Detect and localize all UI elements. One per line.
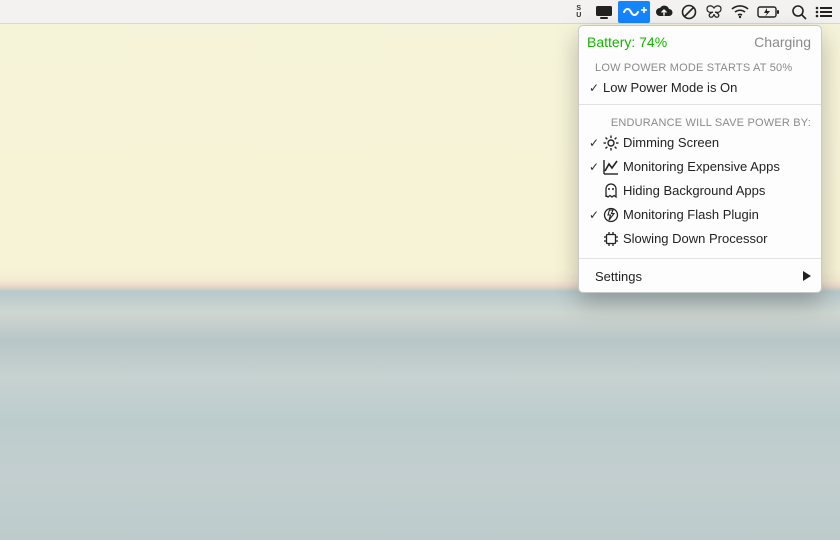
battery-level-label: Battery: 74% <box>587 33 667 51</box>
menubar: S U <box>0 0 840 24</box>
cloud-upload-icon[interactable] <box>652 1 676 23</box>
su-indicator[interactable]: S U <box>568 1 590 23</box>
charging-label: Charging <box>754 33 811 51</box>
sun-icon <box>601 135 621 151</box>
su-indicator-text: S U <box>576 5 582 19</box>
settings-label: Settings <box>595 269 642 284</box>
option-monitoring-flash-plugin[interactable]: ✓ Monitoring Flash Plugin <box>579 203 821 227</box>
option-label: Hiding Background Apps <box>621 182 765 200</box>
option-monitoring-expensive-apps[interactable]: ✓ Monitoring Expensive Apps <box>579 155 821 179</box>
option-hiding-background-apps[interactable]: Hiding Background Apps <box>579 179 821 203</box>
option-label: Monitoring Flash Plugin <box>621 206 759 224</box>
ghost-icon <box>601 183 621 199</box>
desktop-background: S U <box>0 0 840 540</box>
chevron-right-icon <box>803 269 811 284</box>
wifi-icon[interactable] <box>728 1 752 23</box>
save-power-caption: ENDURANCE WILL SAVE POWER BY: <box>579 109 821 131</box>
option-label: Monitoring Expensive Apps <box>621 158 780 176</box>
settings-item[interactable]: Settings <box>579 263 821 292</box>
check-icon: ✓ <box>587 79 601 97</box>
check-icon: ✓ <box>587 134 601 152</box>
battery-status-icon[interactable] <box>754 1 786 23</box>
spotlight-search-icon[interactable] <box>788 1 810 23</box>
option-dimming-screen[interactable]: ✓ Dimming Screen <box>579 131 821 155</box>
chip-icon <box>601 231 621 247</box>
endurance-icon[interactable] <box>618 1 650 23</box>
low-power-mode-label: Low Power Mode is On <box>601 79 737 97</box>
check-icon: ✓ <box>587 206 601 224</box>
low-power-mode-item[interactable]: ✓ Low Power Mode is On <box>579 76 821 100</box>
display-icon[interactable] <box>592 1 616 23</box>
option-slowing-down-processor[interactable]: Slowing Down Processor <box>579 227 821 254</box>
separator <box>579 258 821 259</box>
chart-icon <box>601 159 621 175</box>
flash-icon <box>601 207 621 223</box>
low-power-caption: LOW POWER MODE STARTS AT 50% <box>579 54 821 76</box>
butterfly-icon[interactable] <box>702 1 726 23</box>
battery-row: Battery: 74% Charging <box>579 26 821 54</box>
endurance-menu: Battery: 74% Charging LOW POWER MODE STA… <box>578 25 822 293</box>
do-not-disturb-icon[interactable] <box>678 1 700 23</box>
check-icon: ✓ <box>587 158 601 176</box>
separator <box>579 104 821 105</box>
list-icon[interactable] <box>812 1 836 23</box>
option-label: Dimming Screen <box>621 134 719 152</box>
option-label: Slowing Down Processor <box>621 230 768 248</box>
